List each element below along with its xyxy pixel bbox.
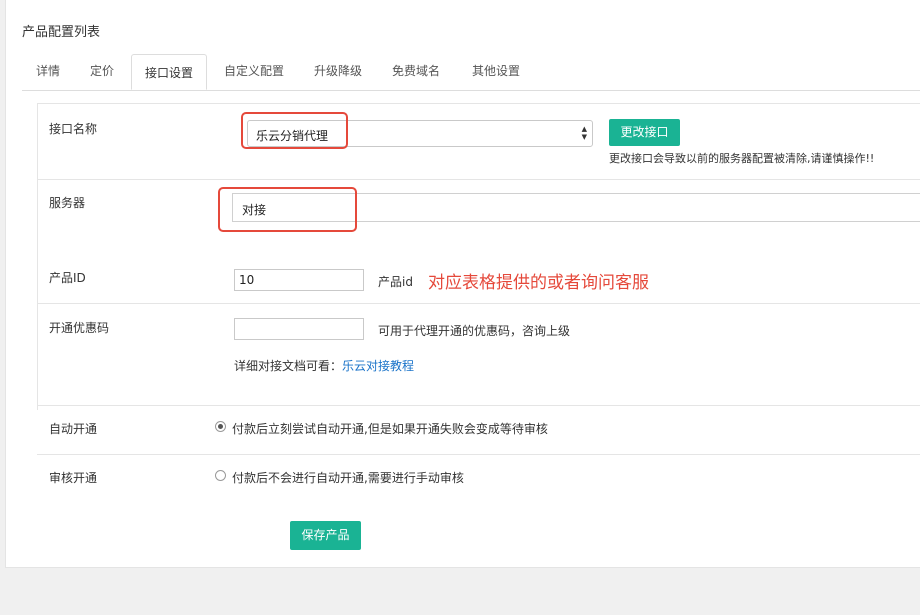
divider xyxy=(37,405,920,406)
coupon-label: 开通优惠码 xyxy=(49,321,110,335)
auto-open-label: 自动开通 xyxy=(49,422,98,436)
tab-free-domain[interactable]: 免费域名 xyxy=(392,62,440,79)
divider xyxy=(37,103,920,104)
product-id-value: 10 xyxy=(239,273,255,287)
product-id-label: 产品ID xyxy=(49,271,86,285)
highlight-box-server xyxy=(218,187,357,232)
change-interface-button[interactable]: 更改接口 xyxy=(609,119,680,146)
server-label: 服务器 xyxy=(49,196,86,210)
tab-details[interactable]: 详情 xyxy=(36,62,60,79)
panel-title: 产品配置列表 xyxy=(22,25,101,40)
coupon-hint: 可用于代理开通的优惠码，咨询上级 xyxy=(378,324,571,338)
interface-name-label: 接口名称 xyxy=(49,122,98,136)
highlight-box-interface xyxy=(241,112,348,149)
divider xyxy=(37,454,920,455)
interface-warning: 更改接口会导致以前的服务器配置被清除,请谨慎操作!! xyxy=(609,152,875,165)
doc-hint: 详细对接文档可看：乐云对接教程 xyxy=(234,357,414,374)
save-product-button[interactable]: 保存产品 xyxy=(290,521,361,550)
divider xyxy=(37,303,920,304)
auto-open-radio[interactable] xyxy=(215,421,226,432)
product-id-annotation: 对应表格提供的或者询问客服 xyxy=(428,273,649,293)
coupon-input[interactable] xyxy=(234,318,364,340)
tab-other-settings[interactable]: 其他设置 xyxy=(472,62,520,79)
review-open-option[interactable]: 付款后不会进行自动开通,需要进行手动审核 xyxy=(232,469,464,486)
doc-link[interactable]: 乐云对接教程 xyxy=(342,359,414,373)
divider xyxy=(37,179,920,180)
product-id-hint: 产品id xyxy=(378,275,413,289)
tab-bar: 详情 定价 接口设置 自定义配置 升级降级 免费域名 其他设置 xyxy=(22,54,920,91)
product-id-input[interactable]: 10 xyxy=(234,269,364,291)
select-arrows-icon: ▲ ▼ xyxy=(581,125,587,141)
form-left-border xyxy=(37,103,38,410)
tab-pricing[interactable]: 定价 xyxy=(90,62,114,79)
review-open-radio[interactable] xyxy=(215,470,226,481)
tab-upgrade-downgrade[interactable]: 升级降级 xyxy=(314,62,362,79)
doc-prefix: 详细对接文档可看： xyxy=(234,359,343,373)
tab-custom-config[interactable]: 自定义配置 xyxy=(224,62,284,79)
auto-open-option[interactable]: 付款后立刻尝试自动开通,但是如果开通失败会变成等待审核 xyxy=(232,420,548,437)
review-open-label: 审核开通 xyxy=(49,471,98,485)
tab-interface-settings[interactable]: 接口设置 xyxy=(131,54,208,90)
